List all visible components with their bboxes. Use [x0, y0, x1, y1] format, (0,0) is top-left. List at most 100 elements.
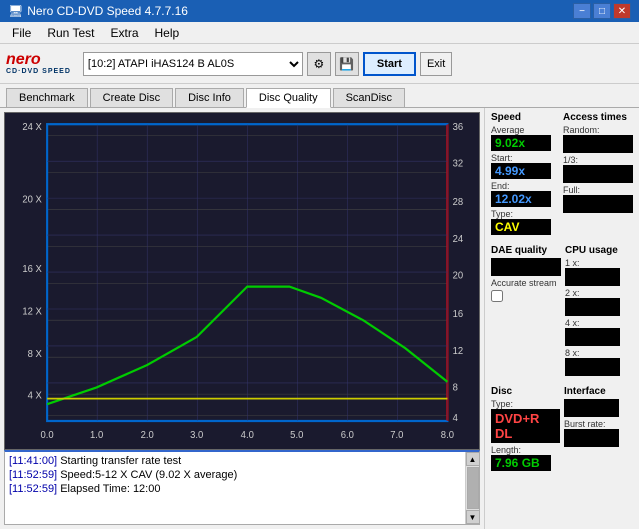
cpu-1x-box: [565, 268, 620, 286]
title-bar-controls[interactable]: − □ ✕: [573, 3, 631, 19]
dae-label: DAE quality: [491, 245, 561, 256]
minimize-button[interactable]: −: [573, 3, 591, 19]
log-scrollbar[interactable]: ▲ ▼: [465, 452, 479, 524]
length-value: 7.96 GB: [491, 455, 551, 471]
dae-section: DAE quality Accurate stream: [491, 245, 561, 378]
title-bar: 🖥 Nero CD-DVD Speed 4.7.7.16 − □ ✕: [0, 0, 639, 22]
scroll-down-button[interactable]: ▼: [466, 510, 480, 524]
cpu-8x-box: [565, 358, 620, 376]
interface-label: Interface: [564, 386, 633, 397]
svg-text:16 X: 16 X: [22, 264, 42, 275]
menu-extra[interactable]: Extra: [102, 24, 146, 42]
svg-text:0.0: 0.0: [41, 430, 55, 441]
svg-text:8.0: 8.0: [441, 430, 455, 441]
accurate-checkbox-row: [491, 290, 561, 302]
cpu-2x-label: 2 x:: [565, 288, 633, 298]
save-icon[interactable]: 💾: [335, 52, 359, 76]
disc-section: Disc Type: DVD+R DL Length: 7.96 GB: [491, 386, 560, 473]
full-label: Full:: [563, 185, 633, 195]
app-title: Nero CD-DVD Speed 4.7.7.16: [27, 4, 188, 18]
full-value-box: [563, 195, 633, 213]
type-label: Type:: [491, 209, 559, 219]
maximize-button[interactable]: □: [593, 3, 611, 19]
close-button[interactable]: ✕: [613, 3, 631, 19]
log-time-2: [11:52:59]: [9, 469, 57, 481]
dae-value-box: [491, 258, 561, 276]
svg-text:6.0: 6.0: [341, 430, 355, 441]
log-content: [11:41:00] Starting transfer rate test […: [5, 452, 465, 524]
disc-type-header: Disc: [491, 386, 560, 397]
svg-text:1.0: 1.0: [90, 430, 104, 441]
svg-text:4 X: 4 X: [28, 390, 43, 401]
accurate-label: Accurate stream: [491, 278, 561, 288]
menu-run-test[interactable]: Run Test: [39, 24, 102, 42]
nero-logo: nero CD·DVD SPEED: [6, 52, 71, 75]
end-speed-label: End:: [491, 181, 559, 191]
disc-type-label: Type:: [491, 399, 560, 409]
tab-disc-quality[interactable]: Disc Quality: [246, 88, 331, 108]
access-times-section: Access times Random: 1/3: Full:: [563, 112, 633, 237]
svg-text:8 X: 8 X: [28, 349, 43, 360]
svg-text:12 X: 12 X: [22, 306, 42, 317]
svg-text:12: 12: [453, 346, 464, 357]
tab-create-disc[interactable]: Create Disc: [90, 88, 173, 107]
cpu-2x-box: [565, 298, 620, 316]
svg-text:7.0: 7.0: [390, 430, 404, 441]
drive-selector[interactable]: [10:2] ATAPI iHAS124 B AL0S: [83, 52, 303, 76]
svg-text:3.0: 3.0: [190, 430, 204, 441]
svg-text:2.0: 2.0: [141, 430, 155, 441]
svg-text:4.0: 4.0: [241, 430, 255, 441]
tab-scandisc[interactable]: ScanDisc: [333, 88, 405, 107]
one-third-value-box: [563, 165, 633, 183]
svg-text:20: 20: [453, 271, 464, 282]
tab-disc-info[interactable]: Disc Info: [175, 88, 244, 107]
scroll-thumb[interactable]: [467, 467, 479, 509]
log-entry-3: [11:52:59] Elapsed Time: 12:00: [9, 482, 461, 496]
svg-text:24: 24: [453, 234, 464, 245]
cpu-section: CPU usage 1 x: 2 x: 4 x: 8 x:: [565, 245, 633, 378]
log-time-3: [11:52:59]: [9, 483, 57, 495]
start-speed-value: 4.99x: [491, 163, 551, 179]
start-button[interactable]: Start: [363, 52, 416, 76]
content-area: 24 X 20 X 16 X 12 X 8 X 4 X 36 32 28 24 …: [0, 108, 639, 529]
svg-text:8: 8: [453, 383, 458, 394]
cpu-label: CPU usage: [565, 245, 633, 256]
access-times-label: Access times: [563, 112, 633, 123]
menu-help[interactable]: Help: [147, 24, 188, 42]
burst-rate-label: Burst rate:: [564, 419, 633, 429]
cpu-1x-label: 1 x:: [565, 258, 633, 268]
chart-svg: 24 X 20 X 16 X 12 X 8 X 4 X 36 32 28 24 …: [5, 113, 479, 449]
svg-text:24 X: 24 X: [22, 122, 42, 133]
cpu-4x-box: [565, 328, 620, 346]
log-text-2: Speed:5-12 X CAV (9.02 X average): [60, 469, 237, 481]
menu-file[interactable]: File: [4, 24, 39, 42]
toolbar: nero CD·DVD SPEED [10:2] ATAPI iHAS124 B…: [0, 44, 639, 84]
end-speed-value: 12.02x: [491, 191, 551, 207]
svg-text:32: 32: [453, 159, 464, 170]
start-speed-label: Start:: [491, 153, 559, 163]
exit-button[interactable]: Exit: [420, 52, 452, 76]
random-label: Random:: [563, 125, 633, 135]
length-label: Length:: [491, 445, 560, 455]
app-icon: 🖥: [8, 4, 23, 18]
title-bar-left: 🖥 Nero CD-DVD Speed 4.7.7.16: [8, 4, 188, 18]
nero-brand-text: nero: [6, 52, 41, 68]
chart-and-log: 24 X 20 X 16 X 12 X 8 X 4 X 36 32 28 24 …: [0, 108, 484, 529]
cpu-4x-label: 4 x:: [565, 318, 633, 328]
menu-bar: File Run Test Extra Help: [0, 22, 639, 44]
svg-text:36: 36: [453, 122, 464, 133]
right-panel: Speed Average 9.02x Start: 4.99x End: 12…: [484, 108, 639, 529]
scroll-up-button[interactable]: ▲: [466, 452, 480, 466]
log-text-1: Starting transfer rate test: [60, 455, 181, 467]
svg-text:20 X: 20 X: [22, 194, 42, 205]
accurate-checkbox[interactable]: [491, 290, 503, 302]
svg-text:4: 4: [453, 413, 459, 424]
options-icon[interactable]: ⚙: [307, 52, 331, 76]
speed-label: Speed: [491, 112, 559, 123]
speed-section: Speed Average 9.02x Start: 4.99x End: 12…: [491, 112, 559, 237]
svg-text:28: 28: [453, 197, 464, 208]
interface-section: Interface Burst rate:: [564, 386, 633, 473]
tab-benchmark[interactable]: Benchmark: [6, 88, 88, 107]
svg-text:5.0: 5.0: [290, 430, 304, 441]
average-value: 9.02x: [491, 135, 551, 151]
